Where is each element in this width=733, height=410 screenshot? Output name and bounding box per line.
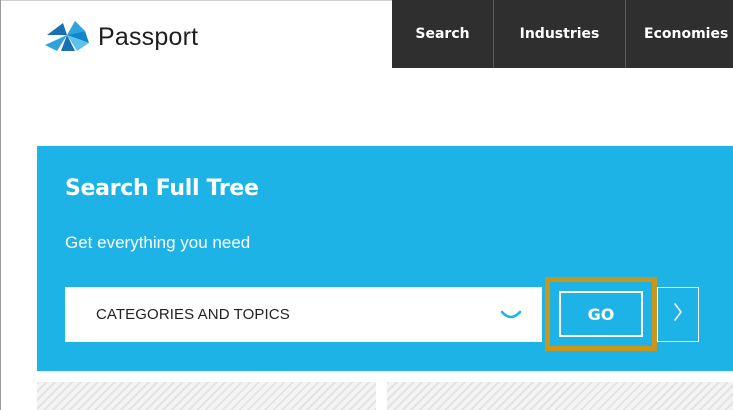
- chevron-down-icon: [500, 309, 522, 327]
- panel-subtitle: Get everything you need: [65, 233, 251, 252]
- panel-title: Search Full Tree: [65, 176, 259, 201]
- next-button[interactable]: [657, 287, 699, 342]
- go-button[interactable]: GO: [559, 291, 643, 337]
- top-nav: Search Industries Economies: [392, 0, 733, 68]
- search-full-tree-panel: Search Full Tree Get everything you need…: [37, 146, 733, 371]
- nav-item-economies[interactable]: Economies: [626, 0, 733, 68]
- select-value: CATEGORIES AND TOPICS: [96, 306, 290, 323]
- content-placeholder-left: [37, 382, 376, 410]
- page: Passport Search Industries Economies Sea…: [0, 0, 733, 410]
- left-border: [0, 0, 1, 410]
- nav-item-industries[interactable]: Industries: [494, 0, 626, 68]
- logo-text: Passport: [98, 22, 199, 51]
- logo[interactable]: Passport: [45, 20, 198, 54]
- nav-item-search[interactable]: Search: [392, 0, 494, 68]
- content-placeholder-right: [387, 382, 733, 410]
- passport-logo-icon: [45, 21, 91, 53]
- chevron-right-icon: [673, 302, 683, 327]
- categories-select[interactable]: CATEGORIES AND TOPICS: [65, 287, 542, 342]
